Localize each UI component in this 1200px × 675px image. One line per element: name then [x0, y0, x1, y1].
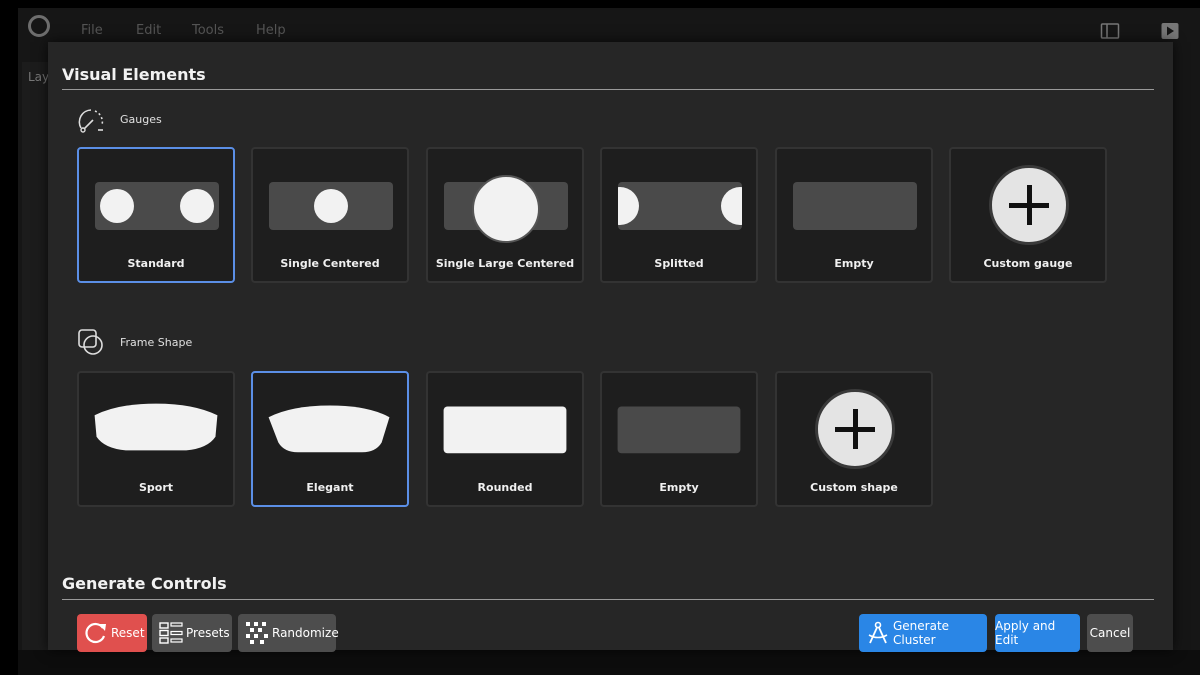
gauge-preview [253, 149, 407, 254]
compass-icon [868, 621, 888, 644]
cancel-label: Cancel [1089, 626, 1131, 640]
randomize-button[interactable]: Randomize [238, 614, 339, 652]
frame-option-label: Custom shape [810, 481, 898, 494]
frame-shape-icon [78, 329, 103, 355]
sport-shape-preview [94, 403, 218, 451]
visual-elements-title: Visual Elements [62, 65, 206, 84]
frame-preview [777, 373, 931, 478]
frame-option-label: Sport [138, 481, 174, 494]
gauge-preview [602, 149, 756, 254]
randomize-icon [246, 622, 268, 644]
status-strip [18, 650, 1200, 675]
section-divider [62, 599, 1154, 600]
reset-icon [85, 622, 106, 644]
presets-button[interactable]: Presets [152, 614, 232, 652]
menu-file[interactable]: File [81, 23, 103, 38]
gauge-preview [951, 149, 1105, 254]
gauge-option-label: Single Centered [280, 257, 380, 270]
apply-and-edit-button[interactable]: Apply and Edit [995, 614, 1080, 652]
apply-and-edit-label: Apply and Edit [995, 619, 1056, 647]
gauge-option-label: Custom gauge [983, 257, 1073, 270]
gauge-preview [777, 149, 931, 254]
gauge-option-empty[interactable]: Empty [775, 147, 933, 283]
gauge-preview [428, 149, 582, 254]
gauge-option-label: Standard [127, 257, 185, 270]
reset-label: Reset [111, 626, 145, 640]
gauges-header: Gauges [76, 104, 162, 134]
menu-help[interactable]: Help [256, 23, 286, 38]
generate-cluster-button[interactable]: Generate Cluster [859, 614, 987, 652]
app-logo-icon [28, 15, 50, 37]
gauge-option-single-large-centered[interactable]: Single Large Centered [426, 147, 584, 283]
frame-option-elegant[interactable]: Elegant [251, 371, 409, 507]
cluster-generator-dialog: Visual Elements Gauges Standard Single C… [48, 42, 1173, 652]
elegant-shape-preview [268, 405, 390, 453]
gauge-preview [79, 149, 233, 254]
gauges-label: Gauges [120, 112, 162, 126]
rounded-shape-preview [443, 406, 567, 454]
play-icon[interactable] [1160, 22, 1180, 40]
empty-shape-preview [617, 406, 741, 454]
frame-option-label: Elegant [306, 481, 354, 494]
generate-controls-title: Generate Controls [62, 574, 227, 593]
gauge-option-label: Single Large Centered [435, 257, 575, 270]
gauge-option-custom[interactable]: Custom gauge [949, 147, 1107, 283]
frame-option-custom[interactable]: Custom shape [775, 371, 933, 507]
generate-cluster-label: Generate Cluster [893, 619, 950, 647]
presets-label: Presets [186, 626, 230, 640]
gauge-option-label: Empty [834, 257, 874, 270]
reset-button[interactable]: Reset [77, 614, 147, 652]
frame-option-label: Rounded [477, 481, 533, 494]
randomize-label: Randomize [272, 626, 339, 640]
frame-shape-header: Frame Shape [76, 327, 192, 357]
gauge-icon [78, 109, 104, 133]
frame-shape-label: Frame Shape [120, 335, 193, 349]
frame-option-label: Empty [659, 481, 699, 494]
gauge-option-single-centered[interactable]: Single Centered [251, 147, 409, 283]
side-panel-label: Lay [28, 70, 50, 84]
presets-icon [159, 622, 183, 644]
menu-tools[interactable]: Tools [192, 23, 224, 38]
menu-edit[interactable]: Edit [136, 23, 161, 38]
add-icon [815, 389, 895, 469]
frame-option-rounded[interactable]: Rounded [426, 371, 584, 507]
gauge-option-standard[interactable]: Standard [77, 147, 235, 283]
section-divider [62, 89, 1154, 90]
frame-option-empty[interactable]: Empty [600, 371, 758, 507]
add-icon [989, 165, 1069, 245]
panel-toggle-icon[interactable] [1100, 22, 1120, 40]
gauge-option-splitted[interactable]: Splitted [600, 147, 758, 283]
frame-option-sport[interactable]: Sport [77, 371, 235, 507]
cancel-button[interactable]: Cancel [1087, 614, 1133, 652]
gauge-option-label: Splitted [654, 257, 704, 270]
